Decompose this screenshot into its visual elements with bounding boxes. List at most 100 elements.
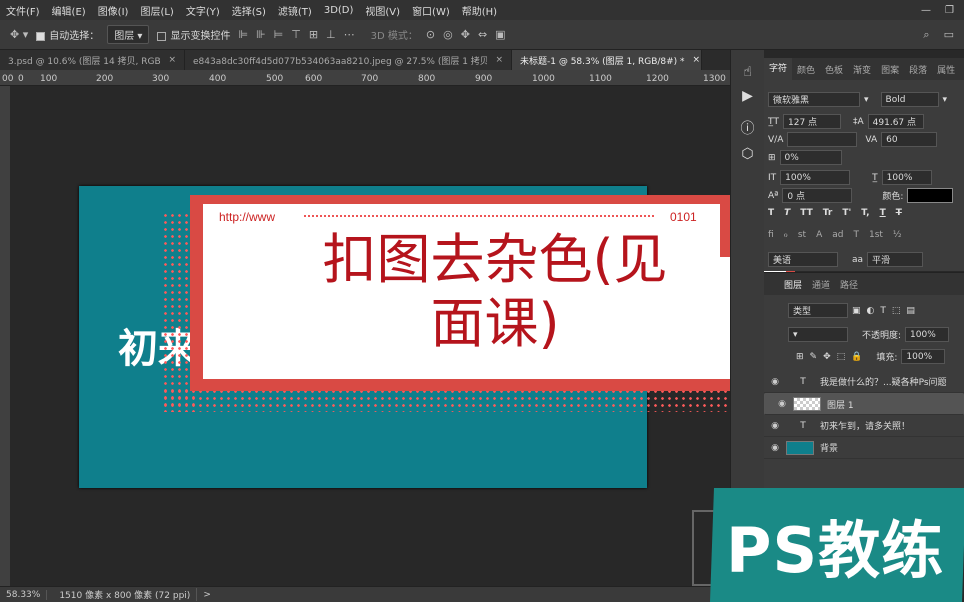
tab-layers[interactable]: 图层 — [784, 278, 802, 291]
layer-row[interactable]: ◉ 背景 — [764, 437, 964, 459]
tab-color[interactable]: 颜色 — [792, 63, 820, 76]
align-bottom-icon[interactable]: ⊥ — [326, 28, 336, 41]
menu-file[interactable]: 文件(F) — [0, 3, 46, 18]
opacity-field[interactable]: 100% — [905, 327, 950, 342]
tracking-field[interactable]: 60 — [881, 132, 938, 147]
eye-icon[interactable]: ◉ — [771, 399, 793, 409]
baseline-field[interactable]: 0 点 — [782, 188, 853, 203]
swash-button[interactable]: A — [816, 230, 822, 240]
align-middle-icon[interactable]: ⊞ — [309, 28, 318, 41]
distribute-icon[interactable]: ⋯ — [344, 28, 355, 41]
fill-field[interactable]: 100% — [901, 349, 946, 364]
menu-filter[interactable]: 滤镜(T) — [272, 3, 318, 18]
menu-select[interactable]: 选择(S) — [226, 3, 272, 18]
layer-row[interactable]: ◉ T 初来乍到，请多关照！ — [764, 415, 964, 437]
minimize-icon[interactable]: — — [921, 5, 931, 16]
subscript-button[interactable]: T, — [861, 208, 869, 218]
font-family-select[interactable]: 微软雅黑 — [768, 92, 860, 107]
titling-button[interactable]: T — [853, 230, 859, 240]
discretionary-ligature-button[interactable]: st — [798, 230, 806, 240]
menu-layer[interactable]: 图层(L) — [134, 3, 179, 18]
menu-3d[interactable]: 3D(D) — [318, 5, 360, 16]
tab-properties[interactable]: 属性 — [932, 63, 960, 76]
close-icon[interactable]: × — [168, 55, 176, 65]
kerning-field[interactable] — [787, 132, 858, 147]
blend-mode-select[interactable]: ▾ — [788, 327, 848, 342]
search-icon[interactable]: ⌕ — [923, 28, 929, 42]
superscript-button[interactable]: T' — [842, 208, 851, 218]
old-style-button[interactable]: ℴ — [784, 230, 788, 240]
menu-image[interactable]: 图像(I) — [92, 3, 135, 18]
roll-3d-icon[interactable]: ◎ — [443, 28, 453, 41]
tab-paragraph[interactable]: 段落 — [904, 63, 932, 76]
menu-view[interactable]: 视图(V) — [359, 3, 406, 18]
ligature-button[interactable]: fi — [768, 230, 774, 240]
layer-select-dropdown[interactable]: 图层 ▾ — [107, 25, 150, 44]
stylistic-alternates-button[interactable]: ad — [832, 230, 843, 240]
move-tool-icon[interactable]: ✥ ▾ — [10, 28, 28, 41]
doc-tab-active[interactable]: 未标题-1 @ 58.3% (图层 1, RGB/8#) * × — [512, 50, 702, 70]
tsume-field[interactable]: 0% — [779, 150, 842, 165]
language-select[interactable]: 美语 — [768, 252, 838, 267]
font-style-select[interactable]: Bold — [880, 92, 939, 107]
scale-3d-icon[interactable]: ▣ — [495, 28, 505, 41]
eye-icon[interactable]: ◉ — [764, 443, 786, 453]
menu-edit[interactable]: 编辑(E) — [46, 3, 92, 18]
align-top-icon[interactable]: ⊤ — [291, 28, 301, 41]
horizontal-ruler[interactable]: 00 0 100 200 300 400 500 600 700 800 900… — [0, 70, 897, 86]
align-right-icon[interactable]: ⊨ — [274, 28, 284, 41]
ordinals-button[interactable]: 1st — [869, 230, 883, 240]
history-icon[interactable]: ☝ — [731, 64, 764, 80]
workspace-icon[interactable]: ▭ — [944, 28, 954, 42]
auto-select-checkbox[interactable]: 自动选择： — [36, 27, 99, 42]
strikethrough-button[interactable]: T — [896, 208, 902, 218]
eye-icon[interactable]: ◉ — [764, 421, 786, 431]
show-transform-checkbox[interactable]: 显示变换控件 — [157, 27, 230, 42]
small-caps-button[interactable]: Tr — [823, 208, 833, 218]
menu-type[interactable]: 文字(Y) — [180, 3, 226, 18]
vertical-scale-field[interactable]: 100% — [780, 170, 851, 185]
close-icon[interactable]: × — [495, 55, 503, 65]
pan-3d-icon[interactable]: ✥ — [461, 28, 470, 41]
menu-window[interactable]: 窗口(W) — [406, 3, 456, 18]
eye-icon[interactable]: ◉ — [764, 377, 786, 387]
layer-kind-filter[interactable]: 类型 — [788, 303, 848, 318]
tab-character[interactable]: 字符 — [764, 58, 793, 80]
tab-paths[interactable]: 路径 — [840, 278, 858, 291]
doc-tab[interactable]: 3.psd @ 10.6% (图层 14 拷贝, RGB... × — [0, 50, 185, 70]
close-icon[interactable]: × — [693, 55, 701, 65]
tab-patterns[interactable]: 图案 — [876, 63, 904, 76]
card-title[interactable]: 扣图去杂色(见 面课) — [210, 228, 780, 356]
fractions-button[interactable]: ½ — [893, 230, 902, 240]
slide-3d-icon[interactable]: ⇔ — [478, 28, 487, 41]
info-icon[interactable]: ⓘ — [731, 118, 764, 138]
tab-swatches[interactable]: 色板 — [820, 63, 848, 76]
filter-icons[interactable]: ▣◐T⬚▤ — [852, 306, 921, 316]
horizontal-scale-field[interactable]: 100% — [881, 170, 932, 185]
lock-icons[interactable]: ⊞✎✥⬚🔒 — [796, 352, 868, 362]
layer-row[interactable]: ◉ T 我是做什么的？...疑各种Ps问题 — [764, 371, 964, 393]
orbit-3d-icon[interactable]: ⊙ — [426, 28, 435, 41]
tab-channels[interactable]: 通道 — [812, 278, 830, 291]
faux-bold-button[interactable]: T — [768, 208, 774, 218]
tab-gradients[interactable]: 渐变 — [848, 63, 876, 76]
font-size-field[interactable]: 127 点 — [783, 114, 841, 129]
status-menu-arrow[interactable]: > — [197, 590, 217, 600]
vertical-ruler[interactable] — [0, 86, 10, 586]
underline-button[interactable]: T — [880, 208, 886, 218]
leading-field[interactable]: 491.67 点 — [867, 114, 924, 129]
faux-italic-button[interactable]: T — [784, 208, 790, 218]
play-action-icon[interactable]: ▶ — [731, 88, 764, 104]
doc-tab[interactable]: e843a8dc30ff4d5d077b534063aa8210.jpeg @ … — [185, 50, 512, 70]
menu-help[interactable]: 帮助(H) — [456, 3, 503, 18]
align-left-icon[interactable]: ⊫ — [238, 28, 248, 41]
3d-cube-icon[interactable]: ⬡ — [731, 146, 764, 162]
antialias-select[interactable]: 平滑 — [867, 252, 924, 267]
vscale-icon: IT — [768, 172, 777, 183]
maximize-icon[interactable]: ❐ — [945, 5, 954, 16]
align-center-icon[interactable]: ⊪ — [256, 28, 266, 41]
all-caps-button[interactable]: TT — [800, 208, 813, 218]
zoom-level[interactable]: 58.33% — [0, 589, 48, 600]
text-color-swatch[interactable] — [907, 188, 954, 203]
layer-row-selected[interactable]: ◉ 图层 1 — [764, 393, 964, 415]
